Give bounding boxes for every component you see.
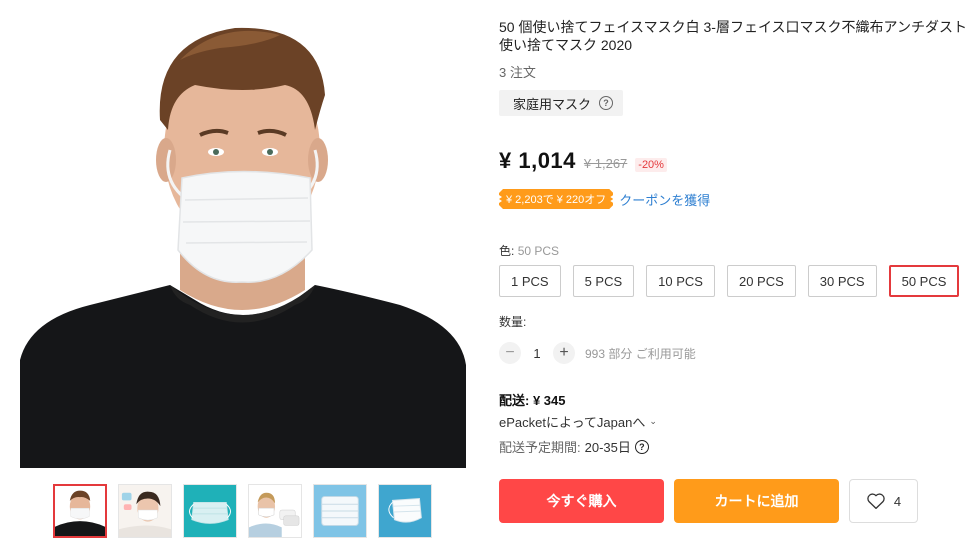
- delivery-estimate-value: 20-35日: [584, 440, 631, 455]
- variant-option-50pcs[interactable]: 50 PCS: [888, 265, 960, 297]
- quantity-label: 数量:: [499, 315, 527, 329]
- thumbnail-woman-mask-2[interactable]: [248, 484, 302, 538]
- main-product-image[interactable]: [20, 0, 466, 468]
- category-tag[interactable]: 家庭用マスク ?: [499, 90, 624, 116]
- purchase-actions: 今すぐ購入 カートに追加 4: [499, 479, 918, 523]
- quantity-stepper: − 1 + 993 部分 ご利用可能: [499, 342, 696, 364]
- variant-options: 1 PCS 5 PCS 10 PCS 20 PCS 30 PCS 50 PCS: [499, 265, 960, 297]
- heart-icon: [867, 493, 885, 510]
- variant-option-10pcs[interactable]: 10 PCS: [646, 265, 715, 297]
- thumbnail-strip: [53, 484, 432, 538]
- thumbnail-mask-stack[interactable]: [313, 484, 367, 538]
- order-count: 3 注文: [499, 65, 536, 80]
- coupon-badge: ¥ 2,203で ¥ 220オフ: [499, 189, 613, 209]
- help-icon[interactable]: ?: [634, 439, 649, 454]
- thumbnail-mask-blue[interactable]: [183, 484, 237, 538]
- discount-badge: -20%: [635, 158, 667, 172]
- chevron-down-icon: ⌄: [649, 416, 657, 426]
- wishlist-button[interactable]: 4: [849, 479, 918, 523]
- coupon-row: ¥ 2,203で ¥ 220オフ クーポンを獲得: [499, 189, 710, 209]
- product-title: 50 個使い捨てフェイスマスク白 3-層フェイス口マスク不織布アンチダスト使い捨…: [499, 19, 967, 53]
- current-price: ¥ 1,014: [499, 148, 576, 173]
- variant-option-20pcs[interactable]: 20 PCS: [726, 265, 796, 297]
- quantity-decrease-button[interactable]: −: [499, 342, 521, 364]
- variant-label: 色: 50 PCS: [499, 242, 559, 259]
- price-row: ¥ 1,014 ¥ 1,267 -20%: [499, 148, 667, 174]
- delivery-estimate-label: 配送予定期間:: [499, 440, 581, 455]
- variant-option-1pcs[interactable]: 1 PCS: [499, 265, 561, 297]
- thumbnail-man-mask[interactable]: [53, 484, 107, 538]
- category-tag-label: 家庭用マスク: [513, 96, 592, 112]
- stock-available: 993 部分 ご利用可能: [585, 346, 696, 361]
- add-to-cart-button[interactable]: カートに追加: [674, 479, 839, 523]
- shipping-method-dropdown[interactable]: ePacketによってJapanへ ⌄: [499, 412, 657, 431]
- buy-now-button[interactable]: 今すぐ購入: [499, 479, 664, 523]
- delivery-estimate: 配送予定期間: 20-35日 ?: [499, 437, 649, 456]
- help-icon[interactable]: ?: [599, 96, 614, 110]
- variant-option-30pcs[interactable]: 30 PCS: [807, 265, 877, 297]
- wishlist-count: 4: [893, 493, 902, 509]
- variant-option-5pcs[interactable]: 5 PCS: [572, 265, 635, 297]
- shipping-method-label: ePacketによってJapanへ: [499, 415, 646, 430]
- variant-selected-value: 50 PCS: [517, 244, 560, 258]
- quantity-increase-button[interactable]: +: [553, 342, 575, 364]
- thumbnail-mask-single[interactable]: [378, 484, 432, 538]
- shipping-cost: 配送: ¥ 345: [499, 393, 566, 408]
- thumbnail-woman-mask[interactable]: [118, 484, 172, 538]
- original-price: ¥ 1,267: [583, 156, 628, 171]
- get-coupon-link[interactable]: クーポンを獲得: [619, 190, 710, 209]
- variant-label-text: 色:: [499, 244, 515, 258]
- quantity-value[interactable]: 1: [521, 346, 553, 361]
